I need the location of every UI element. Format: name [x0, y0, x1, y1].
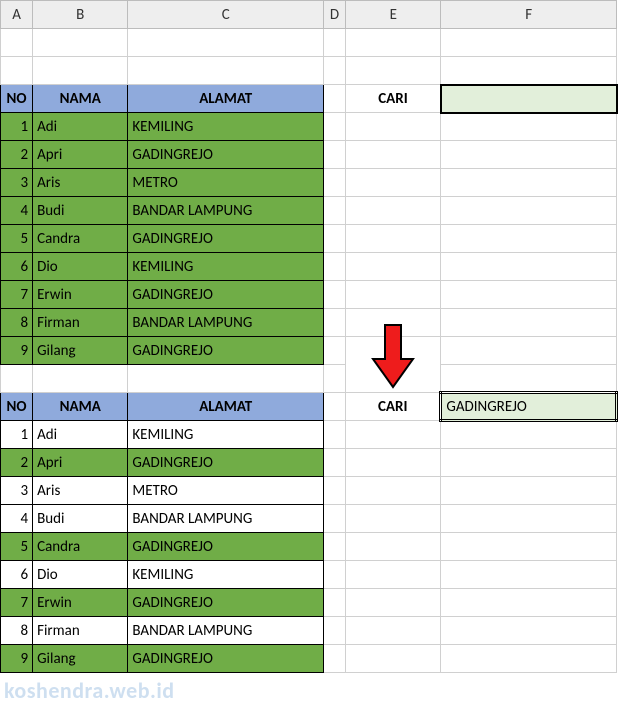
t2-hdr-no[interactable]: NO: [1, 393, 33, 421]
watermark-text: koshendra.web.id: [4, 677, 175, 704]
table1-row: 2 Apri GADINGREJO: [1, 141, 617, 169]
table1-row: 1 Adi KEMILING: [1, 113, 617, 141]
table2-row: 8 Firman BANDAR LAMPUNG: [1, 617, 617, 645]
col-header-A[interactable]: A: [1, 1, 33, 29]
table2-row: 1 Adi KEMILING: [1, 421, 617, 449]
t1-hdr-no[interactable]: NO: [1, 85, 33, 113]
t1-hdr-nama[interactable]: NAMA: [33, 85, 128, 113]
table2-row: 3 Aris METRO: [1, 477, 617, 505]
t1-search-value[interactable]: [441, 85, 617, 113]
table1-row: 4 Budi BANDAR LAMPUNG: [1, 197, 617, 225]
col-header-D[interactable]: D: [324, 1, 346, 29]
t2-hdr-nama[interactable]: NAMA: [33, 393, 128, 421]
table2-row: 4 Budi BANDAR LAMPUNG: [1, 505, 617, 533]
table2-row: 9 Gilang GADINGREJO: [1, 645, 617, 673]
column-header-row: A B C D E F: [1, 1, 617, 29]
table1-header-row: NO NAMA ALAMAT CARI: [1, 85, 617, 113]
col-header-F[interactable]: F: [441, 1, 617, 29]
table2-row: 7 Erwin GADINGREJO: [1, 589, 617, 617]
table1-row: 6 Dio KEMILING: [1, 253, 617, 281]
col-header-C[interactable]: C: [128, 1, 324, 29]
table2-row: 2 Apri GADINGREJO: [1, 449, 617, 477]
table2-header-row: NO NAMA ALAMAT CARI GADINGREJO: [1, 393, 617, 421]
table1-row: 7 Erwin GADINGREJO: [1, 281, 617, 309]
t1-hdr-alamat[interactable]: ALAMAT: [128, 85, 324, 113]
t2-search-value[interactable]: GADINGREJO: [441, 393, 617, 421]
t2-search-label[interactable]: CARI: [346, 393, 441, 421]
table1-row: 9 Gilang GADINGREJO: [1, 337, 617, 365]
arrow-down-icon: [369, 321, 417, 391]
col-header-B[interactable]: B: [33, 1, 128, 29]
t2-hdr-alamat[interactable]: ALAMAT: [128, 393, 324, 421]
table1-row: 8 Firman BANDAR LAMPUNG: [1, 309, 617, 337]
table1-row: 5 Candra GADINGREJO: [1, 225, 617, 253]
spreadsheet-grid[interactable]: A B C D E F NO NAMA ALAMAT CARI 1 Adi KE…: [0, 0, 618, 673]
table2-row: 6 Dio KEMILING: [1, 561, 617, 589]
table2-row: 5 Candra GADINGREJO: [1, 533, 617, 561]
table1-row: 3 Aris METRO: [1, 169, 617, 197]
t1-search-label[interactable]: CARI: [346, 85, 441, 113]
col-header-E[interactable]: E: [346, 1, 441, 29]
